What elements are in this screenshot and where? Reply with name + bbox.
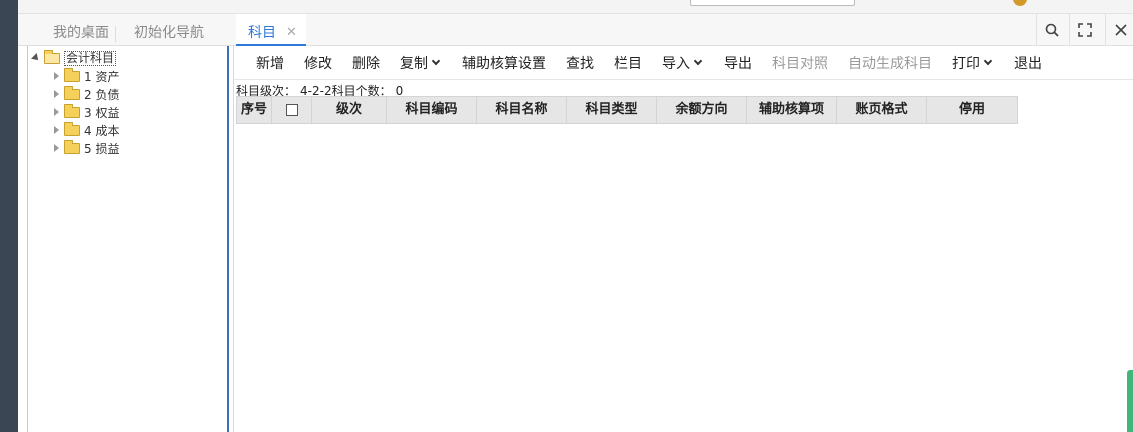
column-header-balance-direction[interactable]: 余额方向	[657, 97, 747, 123]
tab-divider	[115, 26, 116, 42]
tree-node[interactable]: 1 资产	[54, 67, 119, 85]
chevron-down-icon	[983, 56, 993, 66]
search-icon	[1045, 23, 1059, 37]
app-left-sidebar	[0, 0, 18, 432]
export-button[interactable]: 导出	[724, 46, 752, 80]
tab-my-desktop[interactable]: 我的桌面	[45, 14, 117, 46]
collapse-caret-icon[interactable]	[54, 126, 59, 134]
column-header-disabled[interactable]: 停用	[927, 97, 1017, 123]
exit-button[interactable]: 退出	[1014, 46, 1042, 80]
search-button[interactable]	[1036, 14, 1066, 46]
folder-icon	[64, 67, 80, 82]
account-tree: 会计科目 1 资产 2 负债 3 权益 4 成本 5 损益	[27, 46, 227, 432]
tab-label: 初始化导航	[134, 25, 204, 41]
copy-dropdown-button[interactable]: 复制	[400, 46, 441, 80]
tab-init-guide[interactable]: 初始化导航	[126, 14, 212, 46]
column-header-select-all[interactable]	[272, 97, 312, 123]
copy-label: 复制	[400, 56, 428, 72]
close-window-button[interactable]	[1105, 14, 1133, 46]
tree-node[interactable]: 3 权益	[54, 103, 119, 121]
header-input-box[interactable]	[690, 0, 855, 6]
edit-button[interactable]: 修改	[304, 46, 332, 80]
tree-node[interactable]: 4 成本	[54, 121, 119, 139]
folder-icon	[64, 139, 80, 154]
tree-node[interactable]: 5 损益	[54, 139, 119, 157]
find-button[interactable]: 查找	[566, 46, 594, 80]
main-panel: 新增 修改 删除 复制 辅助核算设置 查找 栏目 导入 导出 科目对照 自动生成…	[234, 46, 1133, 432]
column-header-ledger-format[interactable]: 账页格式	[837, 97, 927, 123]
tree-node-label: 5 损益	[84, 141, 120, 156]
tab-bar: 我的桌面 初始化导航 科目 ✕	[18, 14, 1133, 46]
column-header-aux-items[interactable]: 辅助核算项	[747, 97, 837, 123]
collapse-caret-icon[interactable]	[54, 72, 59, 80]
import-label: 导入	[662, 56, 690, 72]
column-header-level[interactable]: 级次	[312, 97, 387, 123]
print-dropdown-button[interactable]: 打印	[952, 46, 993, 80]
fullscreen-icon	[1077, 23, 1092, 37]
tab-label: 我的桌面	[53, 25, 109, 41]
scrollbar-thumb[interactable]	[1127, 370, 1133, 432]
column-header-account-name[interactable]: 科目名称	[477, 97, 567, 123]
tree-node-label: 2 负债	[84, 87, 120, 102]
folder-icon	[64, 103, 80, 118]
account-grid-header: 序号 级次 科目编码 科目名称 科目类型 余额方向 辅助核算项 账页格式 停用	[236, 96, 1018, 124]
add-button[interactable]: 新增	[256, 46, 284, 80]
tree-root-label: 会计科目	[64, 50, 117, 66]
aux-accounting-settings-button[interactable]: 辅助核算设置	[462, 46, 546, 80]
folder-open-icon	[44, 49, 60, 64]
tab-accounts[interactable]: 科目 ✕	[236, 14, 306, 46]
folder-icon	[64, 121, 80, 136]
panel-splitter[interactable]	[227, 46, 234, 432]
chevron-down-icon	[693, 56, 703, 66]
fullscreen-button[interactable]	[1069, 14, 1099, 46]
collapse-caret-icon[interactable]	[54, 90, 59, 98]
toolbar: 新增 修改 删除 复制 辅助核算设置 查找 栏目 导入 导出 科目对照 自动生成…	[234, 46, 1133, 80]
tree-node[interactable]: 2 负债	[54, 85, 119, 103]
columns-button[interactable]: 栏目	[614, 46, 642, 80]
column-header-account-type[interactable]: 科目类型	[567, 97, 657, 123]
expand-caret-icon[interactable]	[31, 53, 41, 63]
top-header-strip	[18, 0, 1133, 14]
select-all-checkbox[interactable]	[285, 103, 298, 116]
account-mapping-button[interactable]: 科目对照	[772, 46, 828, 80]
column-header-account-code[interactable]: 科目编码	[387, 97, 477, 123]
collapse-caret-icon[interactable]	[54, 144, 59, 152]
close-icon	[1114, 24, 1127, 36]
column-header-index[interactable]: 序号	[237, 97, 272, 123]
tree-node-label: 4 成本	[84, 123, 120, 138]
tree-root-node[interactable]: 会计科目	[31, 49, 117, 67]
settings-gear-icon[interactable]	[1013, 0, 1027, 6]
tree-node-label: 3 权益	[84, 105, 120, 120]
import-dropdown-button[interactable]: 导入	[662, 46, 703, 80]
tree-node-label: 1 资产	[84, 69, 120, 84]
print-label: 打印	[952, 56, 980, 72]
chevron-down-icon	[431, 56, 441, 66]
collapse-caret-icon[interactable]	[54, 108, 59, 116]
auto-generate-accounts-button[interactable]: 自动生成科目	[848, 46, 932, 80]
folder-icon	[64, 85, 80, 100]
delete-button[interactable]: 删除	[352, 46, 380, 80]
